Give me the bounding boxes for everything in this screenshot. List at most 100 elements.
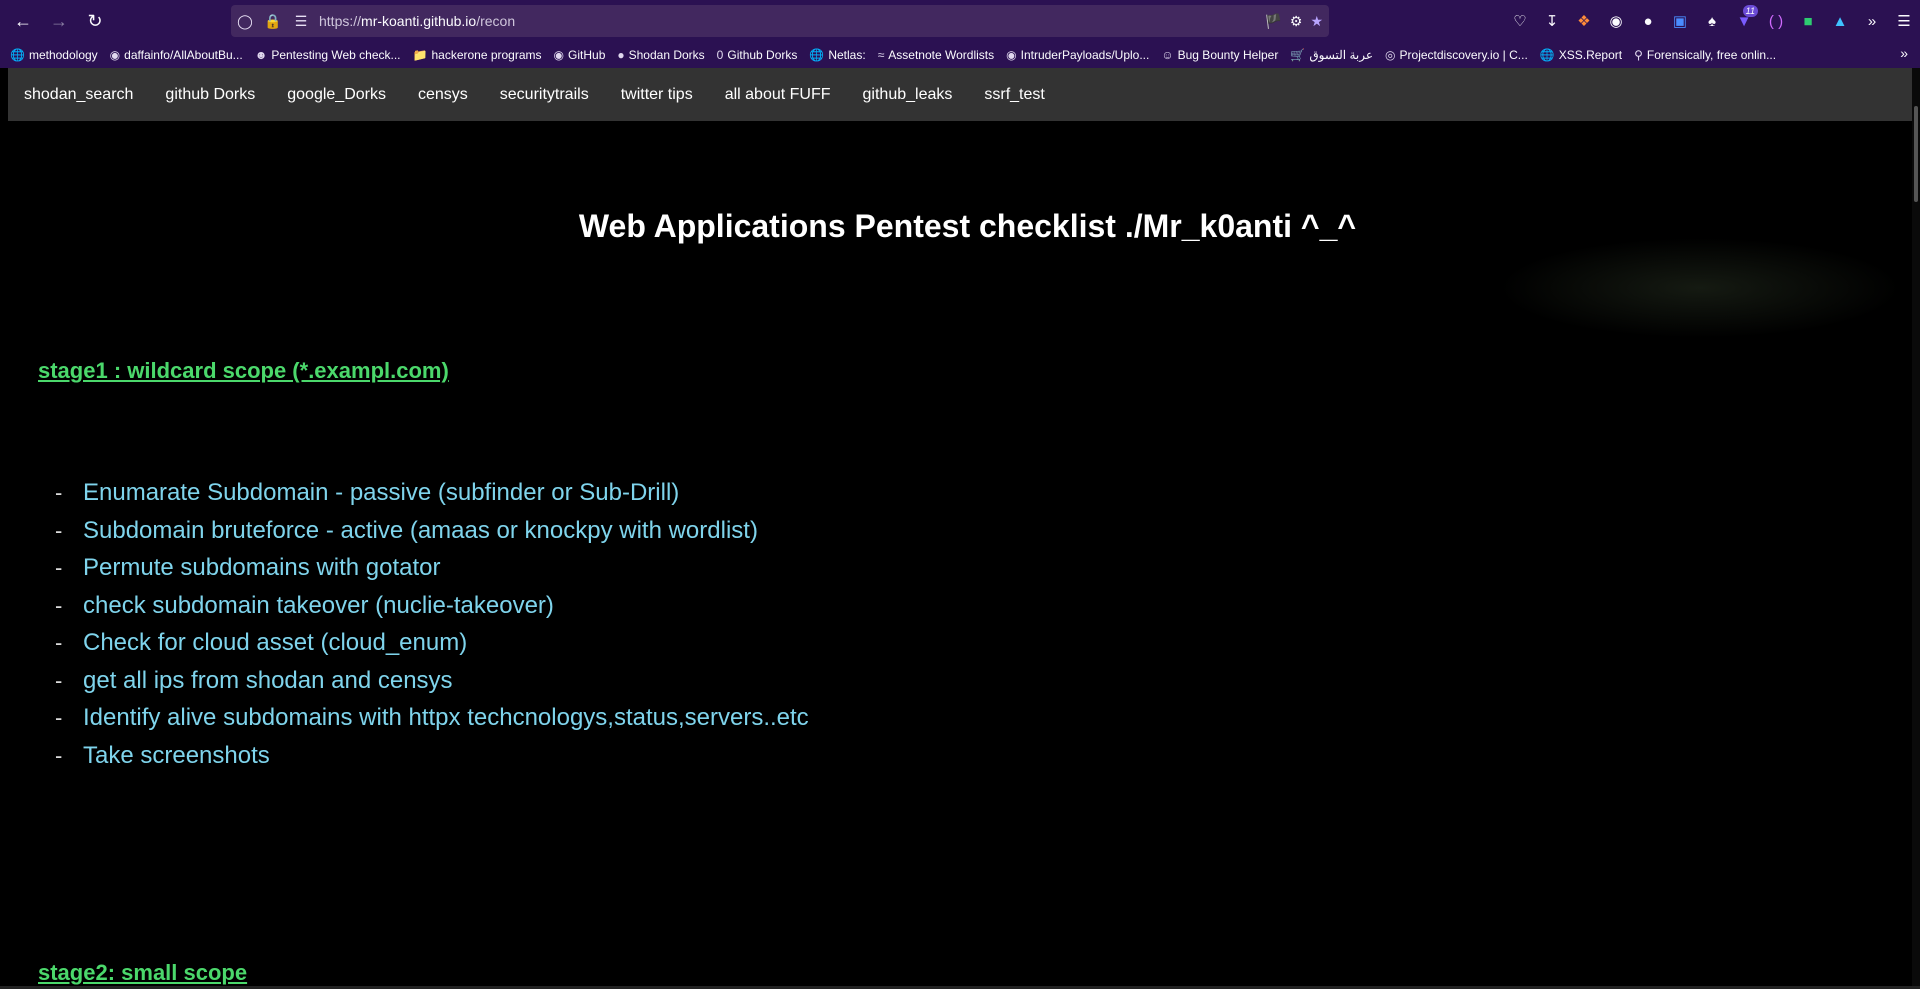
bookmark-item[interactable]: 🌐 Netlas: — [809, 48, 865, 62]
hacker-icon: ☻ — [254, 48, 268, 62]
cart-icon: 🛒 — [1290, 48, 1306, 62]
step-text: Permute subdomains with gotator — [83, 554, 441, 581]
nav-link-censys[interactable]: censys — [402, 68, 484, 121]
nav-link-shodan-search[interactable]: shodan_search — [8, 68, 149, 121]
permissions-icon[interactable]: ☰ — [287, 13, 315, 30]
shodan-icon: ● — [617, 48, 625, 62]
bookmark-label: Projectdiscovery.io | C... — [1399, 48, 1528, 62]
bookmark-label: Forensically, free onlin... — [1646, 48, 1777, 62]
globe-icon: 🌐 — [1539, 48, 1555, 62]
hamburger-menu-icon[interactable]: ☰ — [1888, 5, 1920, 37]
url-text[interactable]: https://mr-koanti.github.io/recon — [319, 13, 515, 29]
bookmark-item[interactable]: 🛒 عربة التسوق — [1290, 48, 1373, 62]
bookmark-label: XSS.Report — [1558, 48, 1623, 62]
github-icon: ◉ — [109, 48, 121, 62]
bullet-dash: - — [55, 555, 63, 580]
bookmark-item[interactable]: ◎ Projectdiscovery.io | C... — [1385, 48, 1528, 62]
bookmark-label: عربة التسوق — [1309, 48, 1374, 62]
bookmark-label: Pentesting Web check... — [271, 48, 401, 62]
step-text: check subdomain takeover (nuclie-takeove… — [83, 591, 554, 619]
emoji-icon: ☺ — [1161, 48, 1174, 62]
address-bar[interactable]: ◯ 🔒 ☰ https://mr-koanti.github.io/recon … — [231, 5, 1329, 37]
bookmarks-bar: 🌐 methodology ◉ daffainfo/AllAboutBu... ☻ Pen… — [0, 42, 1920, 68]
bookmark-item[interactable]: 🌐 XSS.Report — [1540, 48, 1622, 62]
bullet-dash: - — [55, 480, 63, 505]
bookmark-label: Assetnote Wordlists — [888, 48, 995, 62]
pocket-icon[interactable]: ♡ — [1504, 5, 1536, 37]
list-item: - check subdomain takeover (nuclie-takeov… — [55, 587, 809, 625]
step-text: Identify alive subdomains with httpx tec… — [83, 704, 809, 731]
bookmarks-overflow-icon[interactable]: » — [1900, 45, 1908, 61]
step-text: get all ips from shodan and censys — [83, 666, 453, 694]
nav-link-securitytrails[interactable]: securitytrails — [484, 68, 605, 121]
globe-icon: 🌐 — [809, 48, 825, 62]
circle-icon: ◎ — [1385, 48, 1396, 62]
bullet-dash: - — [55, 705, 63, 730]
bookmark-label: Github Dorks — [727, 48, 798, 62]
bookmark-label: IntruderPayloads/Uplo... — [1020, 48, 1150, 62]
flag-icon[interactable]: 🏴 — [1264, 13, 1281, 30]
list-item: - Enumarate Subdomain - passive (subfinde… — [55, 474, 809, 512]
chatgpt-icon[interactable]: ▲ — [1824, 5, 1856, 37]
dark-reader-icon[interactable]: ■ — [1792, 5, 1824, 37]
list-item: - Permute subdomains with gotator — [55, 549, 809, 587]
bookmark-star-icon[interactable]: ★ — [1310, 13, 1323, 30]
forward-icon[interactable]: → — [45, 7, 73, 35]
bookmark-label: GitHub — [568, 48, 606, 62]
back-icon[interactable]: ← — [9, 7, 37, 35]
foxyproxy-icon[interactable]: ❖ — [1568, 5, 1600, 37]
list-item: - Check for cloud asset (cloud_enum) — [55, 624, 809, 662]
list-item: - Identify alive subdomains with httpx te… — [55, 699, 809, 737]
nav-link-ssrf-test[interactable]: ssrf_test — [968, 68, 1060, 121]
bookmark-item[interactable]: 📁 hackerone programs — [413, 48, 542, 62]
bookmark-item[interactable]: ● Shodan Dorks — [617, 48, 704, 62]
page-title: Web Applications Pentest checklist ./Mr_… — [578, 208, 1357, 244]
shield-icon[interactable]: ◯ — [231, 13, 259, 30]
nav-link-github-leaks[interactable]: github_leaks — [847, 68, 969, 121]
nav-link-github-dorks[interactable]: github Dorks — [149, 68, 271, 121]
github-icon: ◉ — [1006, 48, 1017, 62]
nav-link-all-about-fuff[interactable]: all about FUFF — [709, 68, 847, 121]
extension-badge: 11 — [1742, 5, 1758, 17]
bookmark-item[interactable]: ≈ Assetnote Wordlists — [878, 48, 994, 62]
bookmark-item[interactable]: ☺ Bug Bounty Helper — [1161, 48, 1278, 62]
list-item: - get all ips from shodan and censys — [55, 662, 809, 700]
lock-icon[interactable]: 🔒 — [259, 13, 287, 30]
bookmark-item[interactable]: 🌐 methodology — [10, 48, 98, 62]
hackbar-icon[interactable]: ( ) — [1760, 5, 1792, 37]
magnifier-icon: ⚲ — [1634, 48, 1643, 62]
step-text: Take screenshots — [83, 741, 270, 769]
bookmark-item[interactable]: ⚲ Forensically, free onlin... — [1634, 48, 1776, 62]
list-item: - Take screenshots — [55, 737, 809, 775]
download-icon[interactable]: ↧ — [1536, 5, 1568, 37]
bookmark-label: Netlas: — [828, 48, 866, 62]
cookie-icon[interactable]: ◉ — [1600, 5, 1632, 37]
scrollbar-thumb[interactable] — [1914, 106, 1918, 202]
web-page: shodan_search github Dorks google_Dorks cen… — [0, 68, 1920, 989]
browser-toolbar: ← → ↻ ◯ 🔒 ☰ https://mr-koanti.github.io/… — [0, 0, 1920, 42]
bullet-dash: - — [55, 592, 63, 618]
bookmark-item[interactable]: ☻ Pentesting Web check... — [255, 48, 401, 62]
list-item: - Subdomain bruteforce - active (amaas or… — [55, 512, 809, 550]
bookmark-item[interactable]: 0 Github Dorks — [717, 48, 798, 62]
nav-link-twitter-tips[interactable]: twitter tips — [605, 68, 709, 121]
bookmark-item[interactable]: ◉ daffainfo/AllAboutBu... — [110, 48, 243, 62]
reload-icon[interactable]: ↻ — [81, 7, 109, 35]
bullet-dash: - — [55, 667, 63, 693]
github-icon: ◉ — [553, 48, 565, 62]
user-agent-icon[interactable]: ♠ — [1696, 5, 1728, 37]
stage1-heading[interactable]: stage1 : wildcard scope (*.exampl.com) — [38, 358, 449, 384]
wappalyzer-icon[interactable]: ● — [1632, 5, 1664, 37]
overflow-menu-icon[interactable]: » — [1856, 5, 1888, 37]
translate-ext-icon[interactable]: ▣ — [1664, 5, 1696, 37]
bookmark-item[interactable]: ◉ IntruderPayloads/Uplo... — [1006, 48, 1149, 62]
translate-icon[interactable]: ⚙ — [1290, 13, 1303, 30]
stage2-heading[interactable]: stage2: small scope — [38, 960, 247, 986]
nav-link-google-dorks[interactable]: google_Dorks — [271, 68, 402, 121]
wave-icon: ≈ — [877, 48, 885, 62]
bookmark-item[interactable]: ◉ GitHub — [554, 48, 606, 62]
folder-icon: 📁 — [412, 48, 428, 62]
ublock-icon[interactable]: ▼ 11 — [1728, 5, 1760, 37]
scrollbar[interactable] — [1912, 68, 1920, 989]
step-text: Check for cloud asset (cloud_enum) — [83, 629, 468, 656]
